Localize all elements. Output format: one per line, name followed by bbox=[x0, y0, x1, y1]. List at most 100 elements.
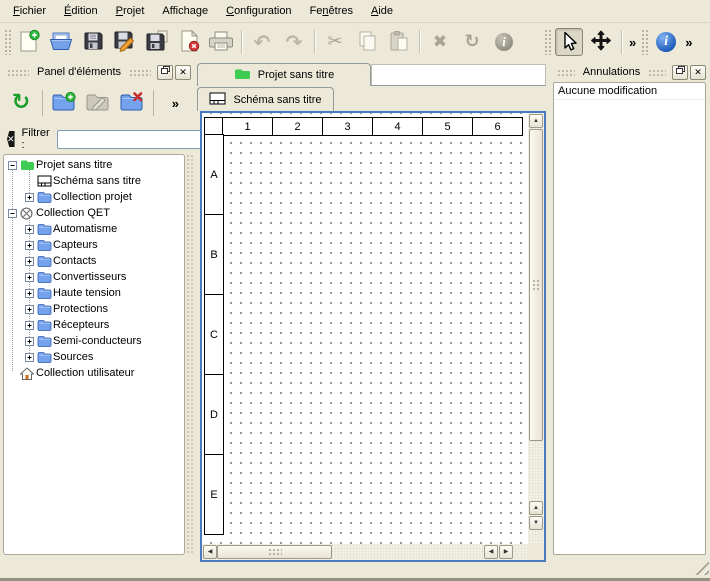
tree-item-récepteurs[interactable]: Récepteurs bbox=[4, 317, 184, 333]
tree-item-haute-tension[interactable]: Haute tension bbox=[4, 285, 184, 301]
blue-folder-icon bbox=[37, 223, 53, 236]
horizontal-scroll-thumb[interactable] bbox=[217, 545, 332, 559]
tree-expander-minus[interactable] bbox=[8, 161, 17, 170]
tree-item-contacts[interactable]: Contacts bbox=[4, 253, 184, 269]
save-button[interactable] bbox=[79, 28, 107, 56]
diagram-view[interactable]: 123456 ABCDE ▲ ▲ ▼ ◀ ◀ ▶ bbox=[200, 111, 546, 562]
tree-expander-plus[interactable] bbox=[25, 321, 34, 330]
tab-project-label: Projet sans titre bbox=[258, 69, 334, 81]
scroll-right-button[interactable]: ▶ bbox=[499, 545, 513, 559]
diagram-column-headers: 123456 bbox=[223, 117, 523, 136]
edit-category-button[interactable] bbox=[83, 88, 113, 118]
menu-item-fichier[interactable]: Fichier bbox=[4, 2, 55, 20]
tab-schema[interactable]: Schéma sans titre bbox=[197, 87, 334, 111]
titlebar-texture bbox=[557, 68, 575, 76]
save-all-button[interactable] bbox=[143, 28, 171, 56]
scroll-up-button[interactable]: ▲ bbox=[529, 114, 543, 128]
vertical-scroll-thumb[interactable] bbox=[529, 129, 543, 441]
tree-indent bbox=[4, 261, 25, 262]
panel-resize-strip[interactable] bbox=[186, 154, 194, 555]
tree-item-collection-utilisateur[interactable]: Collection utilisateur bbox=[4, 365, 184, 381]
tree-item-capteurs[interactable]: Capteurs bbox=[4, 237, 184, 253]
toolbar-overflow-button[interactable]: » bbox=[626, 35, 639, 50]
tree-item-automatisme[interactable]: Automatisme bbox=[4, 221, 184, 237]
float-panel-button[interactable] bbox=[672, 65, 688, 80]
undo-history-list[interactable]: Aucune modification bbox=[553, 82, 706, 555]
menu-item-fentres[interactable]: Fenêtres bbox=[301, 2, 362, 20]
clear-filter-button[interactable]: ✕ bbox=[7, 131, 15, 147]
about-button[interactable]: i bbox=[652, 28, 680, 56]
pan-mode-button[interactable] bbox=[587, 28, 615, 56]
copy-button[interactable] bbox=[353, 28, 381, 56]
close-file-button[interactable] bbox=[175, 28, 203, 56]
row-header-C: C bbox=[204, 294, 224, 375]
tree-expander-plus[interactable] bbox=[25, 241, 34, 250]
rotate-button[interactable]: ↻ bbox=[458, 28, 486, 56]
tree-expander-plus[interactable] bbox=[25, 193, 34, 202]
new-project-button[interactable] bbox=[15, 28, 43, 56]
select-mode-button[interactable] bbox=[555, 28, 583, 56]
tree-item-projet-sans-titre[interactable]: Projet sans titre bbox=[4, 157, 184, 173]
undo-button[interactable]: ↶ bbox=[248, 28, 276, 56]
panel-toolbar-overflow-button[interactable]: » bbox=[169, 96, 182, 111]
menu-item-aide[interactable]: Aide bbox=[362, 2, 402, 20]
redo-button[interactable]: ↷ bbox=[280, 28, 308, 56]
reload-collections-button[interactable]: ↻ bbox=[6, 88, 36, 118]
tree-expander-plus[interactable] bbox=[25, 225, 34, 234]
menu-item-projet[interactable]: Projet bbox=[107, 2, 154, 20]
toolbar-drag-handle[interactable] bbox=[4, 29, 11, 55]
scroll-left-button[interactable]: ◀ bbox=[484, 545, 498, 559]
filter-input[interactable] bbox=[57, 130, 207, 149]
resize-grip[interactable] bbox=[695, 561, 709, 575]
tree-item-protections[interactable]: Protections bbox=[4, 301, 184, 317]
tree-expander-plus[interactable] bbox=[25, 273, 34, 282]
tree-item-collection-projet[interactable]: Collection projet bbox=[4, 189, 184, 205]
save-as-button[interactable] bbox=[111, 28, 139, 56]
toolbar-drag-handle[interactable] bbox=[641, 29, 648, 55]
blue-folder-icon bbox=[37, 335, 53, 348]
tree-expander-plus[interactable] bbox=[25, 337, 34, 346]
blue-folder-icon bbox=[37, 319, 53, 332]
tree-expander-plus[interactable] bbox=[25, 257, 34, 266]
scroll-left-button[interactable]: ◀ bbox=[203, 545, 217, 559]
tree-expander-plus[interactable] bbox=[25, 353, 34, 362]
menu-item-dition[interactable]: Édition bbox=[55, 2, 107, 20]
tab-schema-label: Schéma sans titre bbox=[233, 94, 321, 106]
toolbar-overflow-button[interactable]: » bbox=[682, 35, 695, 50]
tree-item-semi-conducteurs[interactable]: Semi-conducteurs bbox=[4, 333, 184, 349]
menu-item-affichage[interactable]: Affichage bbox=[153, 2, 217, 20]
delete-category-button[interactable] bbox=[117, 88, 147, 118]
close-panel-button[interactable]: ✕ bbox=[690, 65, 706, 80]
blue-folder-icon bbox=[37, 287, 53, 300]
save-as-icon bbox=[113, 29, 137, 56]
scroll-up-button[interactable]: ▲ bbox=[529, 501, 543, 515]
menu-item-configuration[interactable]: Configuration bbox=[217, 2, 300, 20]
print-button[interactable] bbox=[207, 28, 235, 56]
close-panel-button[interactable]: ✕ bbox=[175, 65, 191, 80]
undo-panel-titlebar[interactable]: Annulations ✕ bbox=[550, 62, 709, 82]
tree-item-schéma-sans-titre[interactable]: Schéma sans titre bbox=[4, 173, 184, 189]
paste-button[interactable] bbox=[385, 28, 413, 56]
new-document-icon bbox=[17, 29, 41, 56]
elements-panel-titlebar[interactable]: Panel d'éléments ✕ bbox=[0, 62, 194, 82]
tree-item-convertisseurs[interactable]: Convertisseurs bbox=[4, 269, 184, 285]
save-all-icon bbox=[145, 29, 169, 56]
scroll-down-button[interactable]: ▼ bbox=[529, 516, 543, 530]
tree-expander-plus[interactable] bbox=[25, 289, 34, 298]
horizontal-scrollbar[interactable]: ◀ ◀ ▶ bbox=[202, 544, 528, 560]
tree-expander-minus[interactable] bbox=[8, 209, 17, 218]
open-button[interactable] bbox=[47, 28, 75, 56]
undo-list-item[interactable]: Aucune modification bbox=[554, 83, 705, 100]
element-info-button[interactable]: i bbox=[490, 28, 518, 56]
cut-button[interactable]: ✂ bbox=[321, 28, 349, 56]
toolbar-drag-handle[interactable] bbox=[544, 29, 551, 55]
float-panel-button[interactable] bbox=[157, 65, 173, 80]
tree-item-collection-qet[interactable]: Collection QET bbox=[4, 205, 184, 221]
diagram-canvas[interactable]: 123456 ABCDE bbox=[202, 113, 528, 544]
delete-button[interactable]: ✖ bbox=[426, 28, 454, 56]
tab-project[interactable]: Projet sans titre bbox=[197, 63, 371, 86]
new-category-button[interactable] bbox=[49, 88, 79, 118]
tree-expander-plus[interactable] bbox=[25, 305, 34, 314]
tree-item-sources[interactable]: Sources bbox=[4, 349, 184, 365]
vertical-scrollbar[interactable]: ▲ ▲ ▼ bbox=[528, 113, 544, 544]
